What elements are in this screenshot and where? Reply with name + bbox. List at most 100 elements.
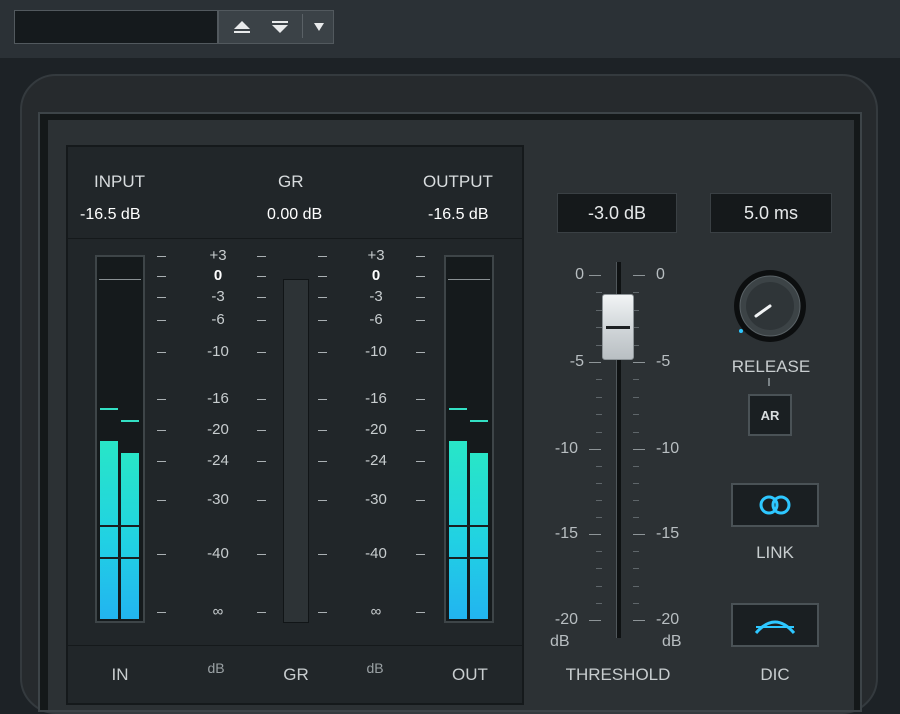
threshold-minor-tick	[633, 551, 639, 553]
meter-tick	[416, 554, 425, 555]
meter-scale-label: -24	[365, 452, 387, 469]
meter-scale-label: ∞	[370, 603, 382, 620]
meter-segment-gap	[449, 557, 488, 559]
meter-tick	[416, 430, 425, 431]
threshold-scale-label-left: -15	[554, 525, 578, 542]
meter-tick	[257, 320, 266, 321]
meter-scale-label: -24	[207, 452, 229, 469]
meter-scale-label: -40	[365, 545, 387, 562]
threshold-minor-tick	[596, 602, 602, 604]
link-label: LINK	[756, 543, 794, 562]
meter-scale-label: -6	[369, 311, 383, 328]
threshold-readout[interactable]: -3.0 dB	[557, 193, 677, 233]
input-meter	[95, 255, 145, 623]
threshold-major-tick	[589, 275, 601, 276]
meter-scale-label: 0	[371, 267, 381, 284]
input-peak-left	[100, 408, 118, 410]
threshold-minor-tick	[633, 396, 639, 398]
preset-prev-button[interactable]	[225, 11, 259, 43]
meter-tick	[257, 297, 266, 298]
zero-line	[99, 279, 141, 280]
toolbar-divider	[302, 14, 303, 38]
threshold-slider-handle[interactable]	[602, 294, 634, 361]
input-meter-bar-left	[100, 440, 118, 619]
meter-tick	[257, 399, 266, 400]
release-readout[interactable]: 5.0 ms	[710, 193, 832, 233]
meter-tick	[157, 352, 166, 353]
meter-tick	[318, 612, 327, 613]
threshold-scale-label-left: -10	[554, 440, 578, 457]
dic-button[interactable]	[731, 603, 819, 647]
meter-tick	[318, 352, 327, 353]
arrow-up-icon	[234, 21, 250, 33]
meter-scale-label: -30	[207, 491, 229, 508]
threshold-major-tick	[633, 362, 645, 363]
threshold-minor-tick	[596, 466, 602, 467]
meter-tick	[257, 352, 266, 353]
threshold-minor-tick	[596, 500, 602, 501]
release-knob[interactable]	[732, 268, 808, 344]
meter-tick	[157, 399, 166, 400]
link-button[interactable]	[731, 483, 819, 527]
meter-segment-gap	[100, 557, 139, 559]
db-label-right: dB	[366, 660, 384, 676]
meter-scale-label: -10	[207, 343, 229, 360]
auto-release-button[interactable]: AR	[748, 394, 792, 436]
threshold-scale-label-left: 0	[575, 266, 584, 283]
threshold-major-tick	[633, 534, 645, 535]
preset-menu-button[interactable]	[305, 11, 333, 43]
dic-label: DIC	[760, 665, 790, 684]
meter-tick	[416, 500, 425, 501]
gr-heading: GR	[278, 172, 304, 191]
threshold-scale-label-right: 0	[656, 266, 665, 283]
in-label: IN	[111, 665, 129, 684]
knob-icon	[734, 270, 806, 342]
meter-tick	[257, 461, 266, 462]
threshold-minor-tick	[633, 414, 639, 416]
threshold-minor-tick	[633, 500, 639, 501]
output-meter-bar-left	[449, 440, 467, 619]
threshold-minor-tick	[596, 396, 602, 398]
meter-tick	[318, 276, 327, 277]
meter-tick	[318, 256, 327, 257]
threshold-minor-tick	[596, 414, 602, 416]
meter-tick	[157, 554, 166, 555]
preset-name-field[interactable]	[14, 10, 218, 44]
meter-tick	[318, 554, 327, 555]
threshold-minor-tick	[633, 379, 639, 381]
output-peak-left	[449, 408, 467, 410]
preset-next-button[interactable]	[263, 11, 297, 43]
meter-tick	[416, 297, 425, 298]
threshold-unit-right: dB	[662, 633, 682, 650]
meter-tick	[416, 320, 425, 321]
threshold-minor-tick	[633, 466, 639, 467]
meter-scale-label: -6	[211, 311, 225, 328]
meter-tick	[416, 256, 425, 257]
output-value: -16.5 dB	[428, 206, 489, 223]
gr-bottom-label: GR	[283, 665, 309, 684]
meter-tick	[416, 352, 425, 353]
meter-tick	[318, 461, 327, 462]
threshold-minor-tick	[633, 431, 639, 433]
meter-scale-label: -20	[207, 421, 229, 438]
db-label-left: dB	[207, 660, 225, 676]
output-peak-right	[470, 420, 488, 422]
threshold-minor-tick	[633, 483, 639, 484]
meter-tick	[157, 297, 166, 298]
meter-tick	[257, 276, 266, 277]
meter-tick	[157, 320, 166, 321]
meter-tick	[157, 612, 166, 613]
meter-tick	[257, 554, 266, 555]
meter-tick	[318, 500, 327, 501]
meter-scale-label: -40	[207, 545, 229, 562]
arrow-down-icon	[272, 21, 288, 33]
input-peak-right	[121, 420, 139, 422]
threshold-major-tick	[589, 449, 601, 450]
arc-curve-icon	[754, 620, 796, 635]
meter-tick	[257, 612, 266, 613]
threshold-minor-tick	[633, 568, 639, 570]
preset-navigation	[218, 10, 334, 44]
meter-segment-gap	[100, 525, 139, 527]
meter-scale-label: -16	[365, 390, 387, 407]
threshold-minor-tick	[596, 292, 602, 294]
